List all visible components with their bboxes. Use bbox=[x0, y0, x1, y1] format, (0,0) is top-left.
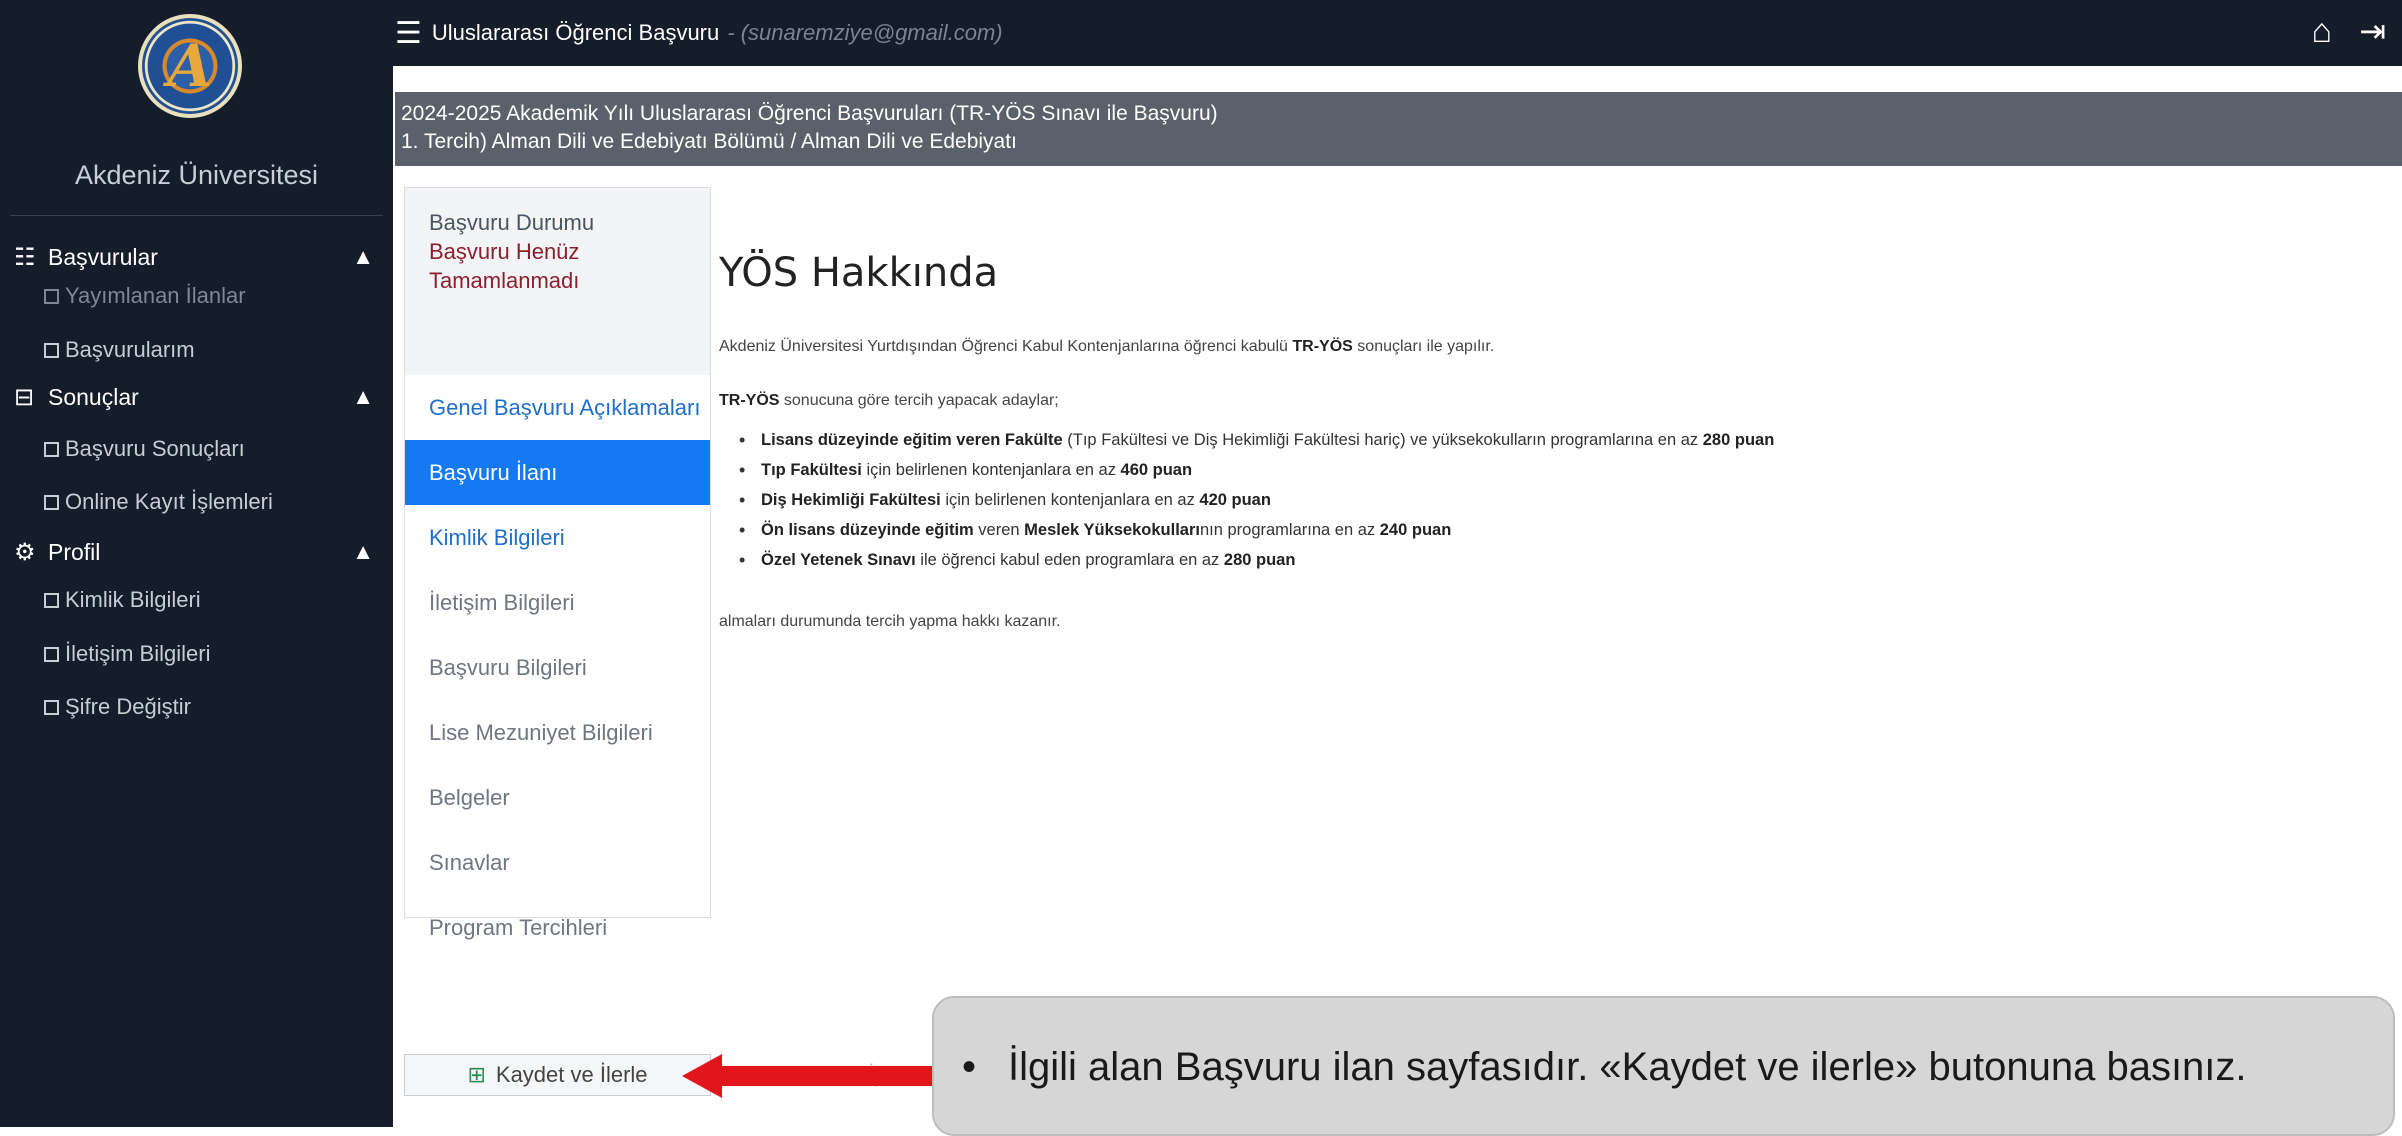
lead-paragraph: TR-YÖS sonucuna göre tercih yapacak aday… bbox=[719, 392, 1059, 409]
annotation-callout: İlgili alan Başvuru ilan sayfasıdır. «Ka… bbox=[932, 996, 2395, 1136]
nav-basvuru-bilgileri[interactable]: Başvuru Bilgileri bbox=[405, 635, 710, 700]
square-icon bbox=[44, 592, 59, 608]
score-requirements-list: Lisans düzeyinde eğitim veren Fakülte (T… bbox=[719, 425, 1774, 575]
inbox-icon: ⊟ bbox=[14, 383, 35, 411]
gears-icon: ⚙ bbox=[14, 538, 36, 566]
sidebar-item-label: Yayımlanan İlanlar bbox=[65, 283, 246, 308]
annotation-text: İlgili alan Başvuru ilan sayfasıdır. «Ka… bbox=[962, 1045, 2247, 1090]
status-label: Başvuru Durumu bbox=[429, 210, 595, 235]
status-value: Başvuru Henüz Tamamlanmadı bbox=[429, 239, 580, 293]
sidebar-item-sifre-degistir[interactable]: Şifre Değiştir bbox=[44, 687, 191, 727]
sidebar: A Akdeniz Üniversitesi ☷ Başvurular ▲ Ya… bbox=[0, 0, 393, 1127]
server-icon: ☷ bbox=[14, 243, 36, 271]
app-title: Uluslararası Öğrenci Başvuru bbox=[431, 20, 720, 45]
sidebar-item-label: Kimlik Bilgileri bbox=[65, 587, 201, 612]
square-icon bbox=[44, 699, 59, 715]
application-steps-nav: Başvuru Durumu Başvuru Henüz Tamamlanmad… bbox=[404, 187, 711, 940]
sidebar-section-label: Başvurular bbox=[48, 243, 158, 270]
sidebar-section-label: Sonuçlar bbox=[48, 383, 139, 410]
save-and-continue-button[interactable]: ⊞ Kaydet ve İlerle bbox=[404, 1054, 711, 1096]
list-item: Tıp Fakültesi için belirlenen kontenjanl… bbox=[761, 455, 1774, 485]
sidebar-section-label: Profil bbox=[48, 538, 101, 565]
chevron-up-icon: ▲ bbox=[352, 539, 374, 564]
sidebar-item-label: Şifre Değiştir bbox=[65, 694, 191, 719]
sidebar-item-label: Başvuru Sonuçları bbox=[65, 436, 245, 461]
sidebar-item-yayimlanan-ilanlar[interactable]: Yayımlanan İlanlar bbox=[44, 276, 246, 316]
sidebar-section-sonuclar[interactable]: ⊟ Sonuçlar ▲ bbox=[14, 377, 374, 417]
home-icon[interactable]: ⌂ bbox=[2311, 12, 2332, 51]
application-title: 2024-2025 Akademik Yılı Uluslararası Öğr… bbox=[401, 102, 1218, 125]
sidebar-section-basvurular[interactable]: ☷ Başvurular ▲ bbox=[14, 237, 374, 277]
sidebar-item-label: Online Kayıt İşlemleri bbox=[65, 489, 273, 514]
annotation-arrow bbox=[682, 1054, 932, 1098]
sidebar-item-kimlik-bilgileri[interactable]: Kimlik Bilgileri bbox=[44, 580, 201, 620]
closing-paragraph: almaları durumunda tercih yapma hakkı ka… bbox=[719, 613, 1061, 630]
square-icon bbox=[44, 646, 59, 662]
application-status: Başvuru Durumu Başvuru Henüz Tamamlanmad… bbox=[405, 188, 710, 375]
square-icon bbox=[44, 441, 59, 457]
main-content: YÖS Hakkında Akdeniz Üniversitesi Yurtdı… bbox=[719, 250, 2369, 630]
application-program: 1. Tercih) Alman Dili ve Edebiyatı Bölüm… bbox=[401, 130, 1017, 153]
square-icon bbox=[44, 494, 59, 510]
nav-kimlik-bilgileri[interactable]: Kimlik Bilgileri bbox=[405, 505, 710, 570]
university-name: Akdeniz Üniversitesi bbox=[74, 160, 319, 190]
sidebar-item-iletisim-bilgileri[interactable]: İletişim Bilgileri bbox=[44, 634, 210, 674]
sidebar-item-label: İletişim Bilgileri bbox=[65, 641, 211, 666]
nav-iletisim-bilgileri[interactable]: İletişim Bilgileri bbox=[405, 570, 710, 635]
nav-belgeler[interactable]: Belgeler bbox=[405, 765, 710, 830]
nav-genel-basvuru-aciklamalari[interactable]: Genel Başvuru Açıklamaları bbox=[405, 375, 710, 440]
square-icon bbox=[44, 288, 59, 304]
sidebar-item-label: Başvurularım bbox=[65, 337, 195, 362]
nav-basvuru-ilani[interactable]: Başvuru İlanı bbox=[405, 440, 710, 505]
university-logo: A bbox=[138, 14, 242, 118]
save-icon: ⊞ bbox=[467, 1062, 486, 1087]
hamburger-menu-icon[interactable]: ☰ bbox=[395, 16, 422, 51]
application-header: 2024-2025 Akademik Yılı Uluslararası Öğr… bbox=[395, 92, 2402, 166]
user-email: - (sunaremziye@gmail.com) bbox=[727, 20, 1003, 45]
intro-paragraph: Akdeniz Üniversitesi Yurtdışından Öğrenc… bbox=[719, 338, 1495, 355]
nav-lise-mezuniyet-bilgileri[interactable]: Lise Mezuniyet Bilgileri bbox=[405, 700, 710, 765]
square-icon bbox=[44, 342, 59, 358]
chevron-up-icon: ▲ bbox=[352, 384, 374, 409]
sidebar-section-profil[interactable]: ⚙ Profil ▲ bbox=[14, 532, 374, 572]
list-item: Diş Hekimliği Fakültesi için belirlenen … bbox=[761, 485, 1774, 515]
sidebar-item-basvuru-sonuclari[interactable]: Başvuru Sonuçları bbox=[44, 429, 245, 469]
sidebar-item-online-kayit[interactable]: Online Kayıt İşlemleri bbox=[44, 482, 273, 522]
list-item: Ön lisans düzeyinde eğitim veren Meslek … bbox=[761, 515, 1774, 545]
logout-icon[interactable]: ⇥ bbox=[2359, 12, 2386, 50]
nav-sinavlar[interactable]: Sınavlar bbox=[405, 830, 710, 895]
list-item: Özel Yetenek Sınavı ile öğrenci kabul ed… bbox=[761, 545, 1774, 575]
sidebar-item-basvurularim[interactable]: Başvurularım bbox=[44, 330, 195, 370]
nav-program-tercihleri[interactable]: Program Tercihleri bbox=[405, 895, 710, 960]
page-title: YÖS Hakkında bbox=[719, 250, 999, 296]
sidebar-divider bbox=[10, 215, 383, 216]
chevron-up-icon: ▲ bbox=[352, 244, 374, 269]
arrow-shape bbox=[682, 1054, 932, 1098]
top-bar: ☰ Uluslararası Öğrenci Başvuru - (sunare… bbox=[393, 0, 2402, 66]
save-button-label: Kaydet ve İlerle bbox=[495, 1062, 648, 1087]
list-item: Lisans düzeyinde eğitim veren Fakülte (T… bbox=[761, 425, 1774, 455]
